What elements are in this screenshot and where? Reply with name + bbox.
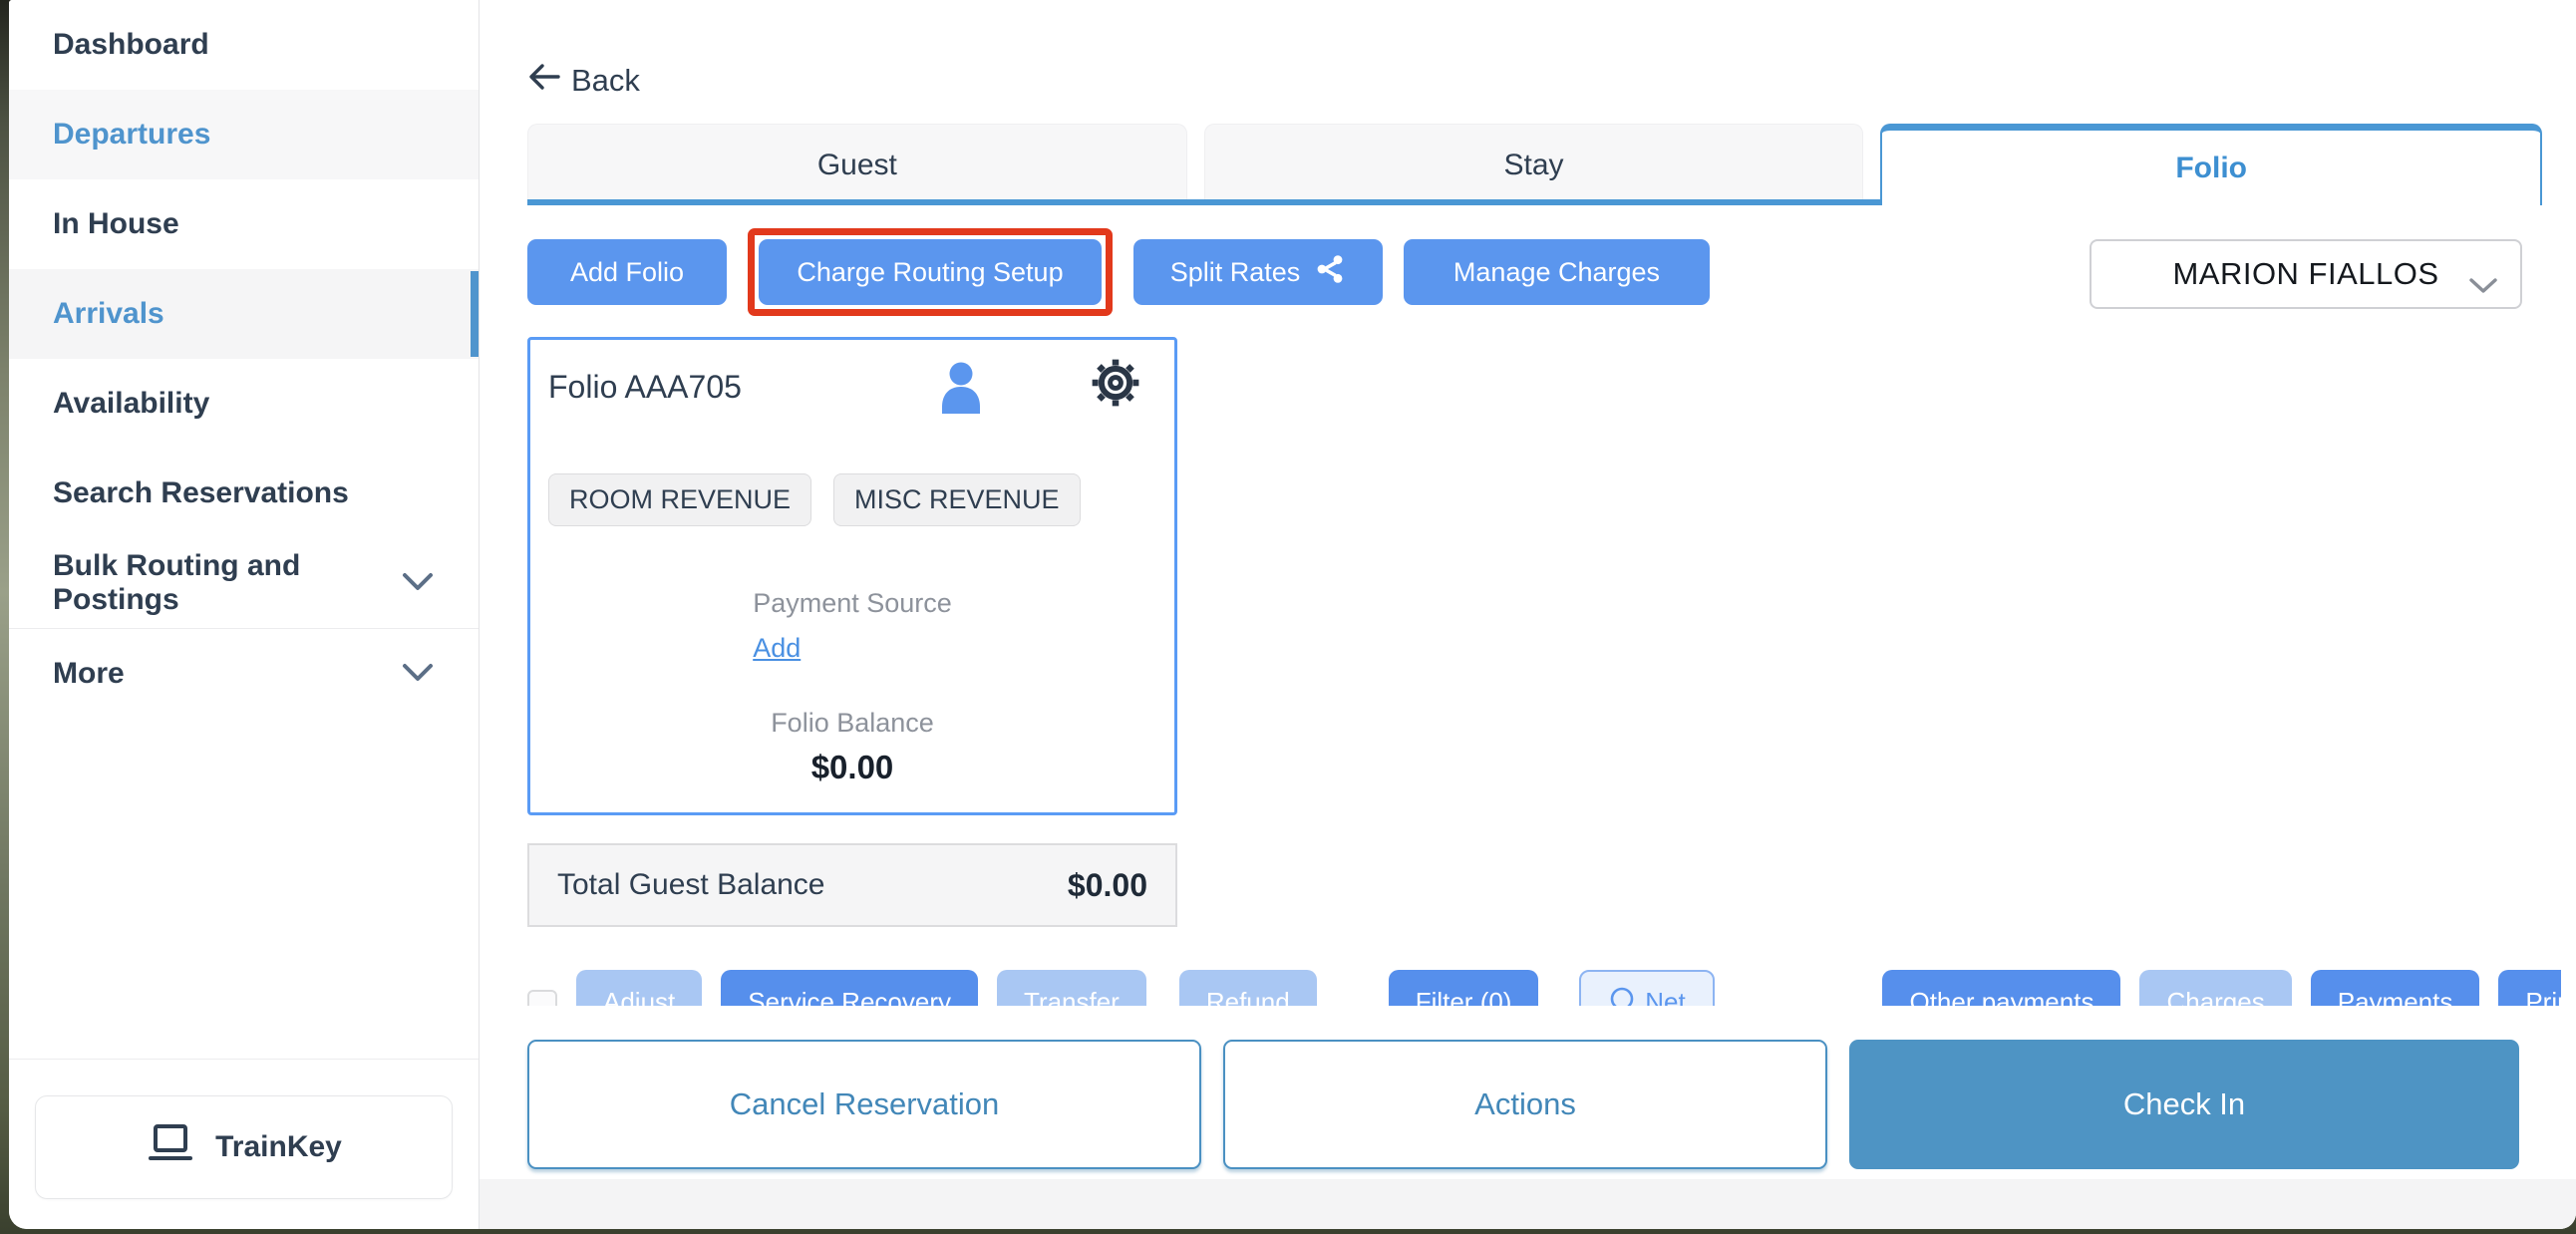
reservation-footer-actions: Cancel Reservation Actions Check In xyxy=(527,1040,2519,1169)
trainkey-button[interactable]: TrainKey xyxy=(35,1095,453,1199)
add-folio-button[interactable]: Add Folio xyxy=(527,239,727,305)
tab-label: Folio xyxy=(2175,151,2247,184)
charge-routing-setup-label: Charge Routing Setup xyxy=(797,256,1064,287)
sidebar-item-label: Departures xyxy=(53,118,211,151)
sidebar-item-label: More xyxy=(53,656,125,690)
refund-button[interactable]: Refund xyxy=(1178,970,1317,1007)
guest-selector-dropdown[interactable]: MARION FIALLOS xyxy=(2090,239,2522,309)
payments-button[interactable]: Payments xyxy=(2310,970,2480,1007)
circle-icon xyxy=(1609,986,1635,1006)
laptop-icon xyxy=(146,1122,195,1172)
sidebar-item-more[interactable]: More xyxy=(9,628,479,718)
main-content: Back Guest Stay Folio Add Folio Charge R… xyxy=(480,0,2576,1229)
bottom-strip xyxy=(480,1179,2576,1229)
service-recovery-label: Service Recovery xyxy=(748,986,951,1007)
sidebar-item-arrivals[interactable]: Arrivals xyxy=(9,269,479,359)
service-recovery-button[interactable]: Service Recovery xyxy=(721,970,978,1006)
charges-button[interactable]: Charges xyxy=(2139,970,2292,1007)
cancel-reservation-label: Cancel Reservation xyxy=(729,1086,1000,1121)
sidebar-item-in-house[interactable]: In House xyxy=(9,179,479,269)
select-all-checkbox[interactable] xyxy=(527,990,557,1006)
split-rates-label: Split Rates xyxy=(1169,256,1301,287)
cancel-reservation-button[interactable]: Cancel Reservation xyxy=(527,1040,1201,1169)
payment-source-block: Payment Source Add xyxy=(753,588,952,664)
gear-icon[interactable] xyxy=(1091,358,1140,413)
folio-title: Folio AAA705 xyxy=(548,368,742,405)
other-payments-button[interactable]: Other payments xyxy=(1882,970,2121,1007)
folio-card: Folio AAA705 ROOM REVENUE MISC REVENUE P… xyxy=(527,337,1177,815)
sidebar-item-departures[interactable]: Departures xyxy=(9,90,479,179)
actions-label: Actions xyxy=(1474,1086,1576,1121)
revenue-badges: ROOM REVENUE MISC REVENUE xyxy=(548,473,1156,526)
net-label: Net xyxy=(1645,986,1686,1007)
folio-balance-block: Folio Balance $0.00 xyxy=(548,708,1156,794)
person-icon xyxy=(939,360,983,419)
manage-charges-label: Manage Charges xyxy=(1452,256,1661,287)
split-rates-button[interactable]: Split Rates xyxy=(1133,239,1383,305)
sidebar-item-label: Arrivals xyxy=(53,297,164,330)
trainkey-label: TrainKey xyxy=(215,1130,342,1163)
transfer-label: Transfer xyxy=(1024,986,1120,1007)
charge-routing-highlight-ring: Charge Routing Setup xyxy=(748,228,1113,316)
folio-toolbar: Add Folio Charge Routing Setup Split Rat… xyxy=(527,228,2522,316)
total-guest-balance-row: Total Guest Balance $0.00 xyxy=(527,843,1177,927)
actions-button[interactable]: Actions xyxy=(1223,1040,1827,1169)
folio-balance-value: $0.00 xyxy=(810,749,894,785)
tab-bar: Guest Stay Folio xyxy=(527,124,2543,205)
charge-routing-setup-button[interactable]: Charge Routing Setup xyxy=(759,239,1102,305)
sidebar-item-label: Bulk Routing and Postings xyxy=(53,549,301,616)
back-button[interactable]: Back xyxy=(527,62,640,100)
check-in-label: Check In xyxy=(2122,1086,2246,1121)
tab-label: Stay xyxy=(1503,148,1564,181)
sidebar-item-label: Search Reservations xyxy=(53,476,349,509)
net-toggle-button[interactable]: Net xyxy=(1579,970,1716,1007)
tab-stay[interactable]: Stay xyxy=(1203,124,1864,205)
app-window: Dashboard Departures In House Arrivals A… xyxy=(9,0,2576,1229)
sidebar-item-dashboard[interactable]: Dashboard xyxy=(9,0,479,90)
sidebar-item-search-reservations[interactable]: Search Reservations xyxy=(9,449,479,538)
add-payment-source-link[interactable]: Add xyxy=(753,633,801,664)
add-folio-label: Add Folio xyxy=(569,256,685,287)
payments-label: Payments xyxy=(2337,986,2453,1007)
guest-selector-value: MARION FIALLOS xyxy=(2172,256,2439,291)
total-guest-balance-value: $0.00 xyxy=(1067,866,1147,903)
print-button[interactable]: Print xyxy=(2498,970,2561,1006)
charges-toolbar-clipped: Adjust Service Recovery Transfer Refund … xyxy=(527,970,2561,1006)
share-icon xyxy=(1314,253,1346,292)
tab-guest[interactable]: Guest xyxy=(527,124,1187,205)
sidebar: Dashboard Departures In House Arrivals A… xyxy=(9,0,480,1229)
tab-underline xyxy=(527,199,1881,205)
filter-button[interactable]: Filter (0) xyxy=(1388,970,1539,1007)
transfer-button[interactable]: Transfer xyxy=(997,970,1146,1006)
folio-balance-label: Folio Balance xyxy=(771,708,934,738)
chevron-down-icon xyxy=(2468,267,2498,303)
adjust-button[interactable]: Adjust xyxy=(576,970,703,1007)
folio-card-header: Folio AAA705 xyxy=(548,359,1156,414)
chevron-down-icon xyxy=(401,657,435,691)
sidebar-item-bulk-routing[interactable]: Bulk Routing and Postings xyxy=(9,538,479,628)
filter-label: Filter (0) xyxy=(1415,986,1512,1007)
charges-label: Charges xyxy=(2166,986,2265,1007)
back-arrow-icon xyxy=(527,62,561,100)
back-label: Back xyxy=(571,63,640,98)
sidebar-item-label: In House xyxy=(53,207,179,240)
print-label: Print xyxy=(2525,986,2561,1007)
check-in-button[interactable]: Check In xyxy=(1849,1040,2519,1169)
sidebar-item-label: Availability xyxy=(53,387,210,420)
sidebar-bottom-section: TrainKey xyxy=(9,1059,479,1229)
chevron-down-icon xyxy=(401,566,435,600)
manage-charges-button[interactable]: Manage Charges xyxy=(1404,239,1710,305)
tab-label: Guest xyxy=(816,148,897,181)
adjust-label: Adjust xyxy=(603,986,676,1007)
other-payments-label: Other payments xyxy=(1909,986,2094,1007)
sidebar-item-availability[interactable]: Availability xyxy=(9,359,479,449)
badge-room-revenue: ROOM REVENUE xyxy=(548,473,812,526)
total-guest-balance-label: Total Guest Balance xyxy=(557,868,825,901)
tab-folio[interactable]: Folio xyxy=(1880,124,2543,205)
refund-label: Refund xyxy=(1205,986,1290,1007)
badge-misc-revenue: MISC REVENUE xyxy=(833,473,1081,526)
payment-source-label: Payment Source xyxy=(753,588,952,618)
sidebar-item-label: Dashboard xyxy=(53,28,209,61)
